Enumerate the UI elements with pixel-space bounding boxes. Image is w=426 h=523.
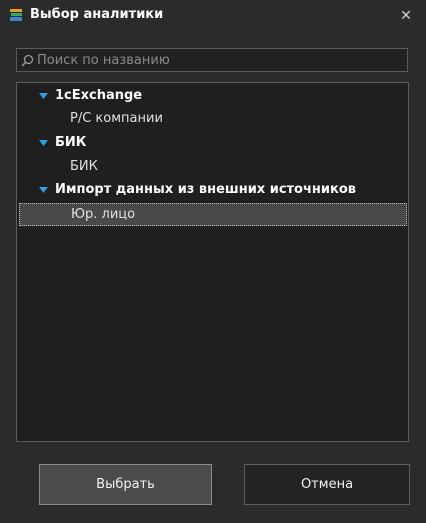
tree-group-label: 1cExchange	[55, 88, 143, 103]
stacked-books-icon	[10, 9, 22, 21]
tree-item-yur-litso[interactable]: Юр. лицо	[19, 203, 407, 226]
chevron-down-icon[interactable]	[39, 140, 48, 146]
title-bar: Выбор аналитики ✕	[0, 0, 426, 32]
tree-item-label: Юр. лицо	[71, 207, 136, 222]
select-button[interactable]: Выбрать	[39, 464, 212, 505]
cancel-button[interactable]: Отмена	[244, 464, 410, 505]
tree-item-label: БИК	[70, 159, 98, 174]
window-title: Выбор аналитики	[30, 7, 164, 22]
search-icon	[21, 54, 34, 67]
select-button-label: Выбрать	[96, 477, 155, 492]
cancel-button-label: Отмена	[300, 477, 354, 492]
chevron-down-icon[interactable]	[39, 187, 48, 193]
tree-item-rs-kompanii[interactable]: Р/С компании	[19, 108, 407, 131]
tree-group-label: БИК	[55, 135, 87, 150]
tree-group-1cexchange[interactable]: 1cExchange	[19, 85, 407, 108]
search-box	[16, 48, 408, 72]
close-icon: ✕	[400, 8, 412, 24]
chevron-down-icon[interactable]	[39, 93, 48, 99]
analytics-tree: 1cExchange Р/С компании БИК БИК Импорт д…	[16, 82, 409, 442]
tree-item-bik[interactable]: БИК	[19, 156, 407, 179]
tree-group-bik[interactable]: БИК	[19, 132, 407, 155]
close-button[interactable]: ✕	[396, 6, 416, 26]
tree-group-import[interactable]: Импорт данных из внешних источников	[19, 179, 407, 202]
tree-item-label: Р/С компании	[70, 111, 163, 126]
search-input[interactable]	[37, 49, 402, 71]
tree-group-label: Импорт данных из внешних источников	[55, 182, 356, 197]
